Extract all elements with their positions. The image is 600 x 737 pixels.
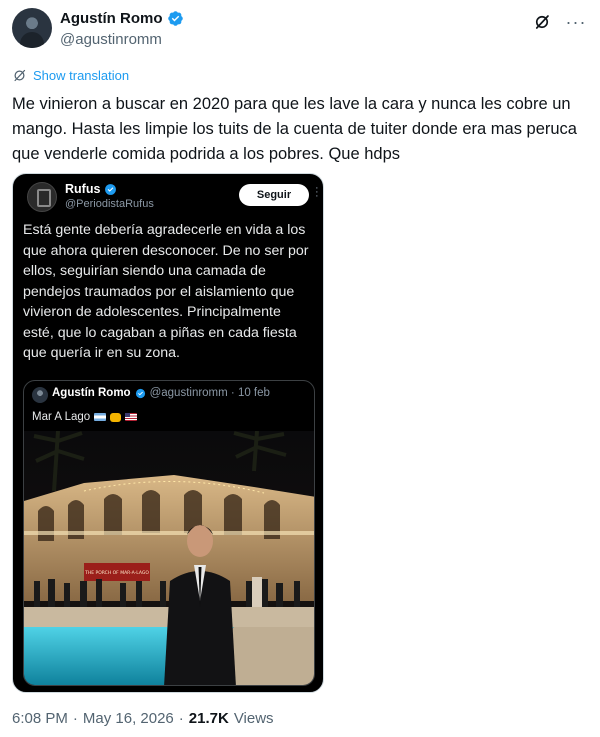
quoted-post: Agustín Romo @agustinromm · 10 feb Mar A… bbox=[23, 380, 315, 686]
meta-separator: · bbox=[72, 710, 78, 727]
meta-separator-2: · bbox=[178, 710, 184, 727]
mar-a-lago-photo: THE PORCH OF MAR-A-LAGO bbox=[24, 431, 314, 685]
avatar[interactable] bbox=[12, 8, 52, 48]
grok-icon[interactable] bbox=[532, 12, 552, 32]
verified-badge-icon bbox=[167, 11, 183, 26]
author-handle[interactable]: @agustinromm bbox=[60, 31, 162, 48]
embedded-name-row: Rufus bbox=[65, 182, 117, 196]
quoted-avatar bbox=[32, 387, 48, 403]
quoted-text: Mar A Lago bbox=[32, 411, 91, 423]
translate-icon bbox=[14, 69, 26, 82]
quoted-header: Agustín Romo @agustinromm · 10 feb bbox=[52, 387, 270, 399]
post-time[interactable]: 6:08 PM bbox=[12, 710, 68, 727]
show-translation-link[interactable]: Show translation bbox=[33, 68, 129, 83]
top-actions: ··· bbox=[532, 12, 586, 32]
views-count[interactable]: 21.7K bbox=[189, 710, 229, 727]
embedded-verified-icon bbox=[105, 183, 117, 195]
embedded-image[interactable]: Rufus @PeriodistaRufus Seguir · · · Está g… bbox=[12, 173, 324, 693]
post-date[interactable]: May 16, 2026 bbox=[83, 710, 174, 727]
tweet-text: Me vinieron a buscar en 2020 para que le… bbox=[12, 95, 577, 163]
handshake-icon bbox=[110, 412, 122, 422]
embedded-handle: @PeriodistaRufus bbox=[65, 198, 154, 210]
embedded-name: Rufus bbox=[65, 182, 101, 196]
photo-sign: THE PORCH OF MAR-A-LAGO bbox=[84, 570, 149, 576]
embedded-more-icon: · · · bbox=[315, 182, 319, 202]
quoted-verified-icon bbox=[135, 388, 145, 398]
argentina-flag-icon bbox=[94, 413, 107, 421]
embedded-text: Está gente debería agradecerle en vida a… bbox=[23, 222, 309, 361]
post-meta: 6:08 PM · May 16, 2026 · 21.7K Views bbox=[12, 710, 274, 727]
author-name-row: Agustín Romo bbox=[60, 10, 184, 27]
views-label: Views bbox=[233, 710, 274, 727]
follow-button: Seguir bbox=[239, 184, 309, 206]
show-translation[interactable]: Show translation bbox=[12, 68, 129, 83]
more-icon[interactable]: ··· bbox=[566, 12, 586, 32]
quoted-handle-date: @agustinromm · 10 feb bbox=[149, 387, 270, 399]
quoted-text-row: Mar A Lago bbox=[32, 411, 138, 423]
usa-flag-icon bbox=[125, 413, 138, 421]
embedded-avatar bbox=[27, 182, 57, 212]
quoted-name: Agustín Romo bbox=[52, 387, 131, 399]
author-display-name[interactable]: Agustín Romo bbox=[60, 10, 163, 27]
